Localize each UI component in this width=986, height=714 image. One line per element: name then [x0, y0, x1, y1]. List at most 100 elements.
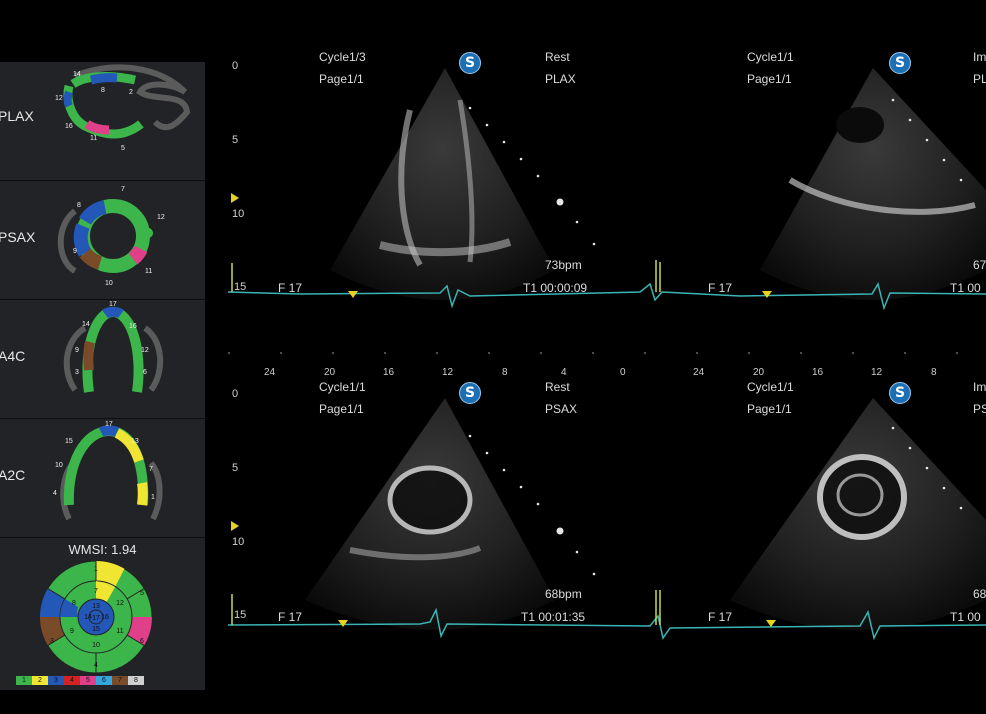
time-tick: 4 — [561, 367, 567, 378]
s-logo-button[interactable]: S — [889, 382, 911, 404]
page-label: Page1/1 — [747, 402, 792, 416]
seg-num: 7 — [149, 466, 153, 473]
stage-label: Im — [973, 50, 986, 64]
seg-num: 17 — [109, 301, 117, 308]
page-label: Page1/1 — [319, 72, 364, 86]
frame-marker[interactable] — [338, 620, 348, 627]
seg-num: 14 — [73, 71, 81, 78]
view-label: A2C — [0, 467, 26, 483]
frame-rate: F 17 — [708, 610, 733, 624]
wmsi-score: WMSI: 1.94 — [68, 542, 137, 557]
legend-item: 8 — [128, 676, 144, 685]
time-stamp: T1 00:00:09 — [523, 281, 588, 295]
seg-num: 10 — [92, 642, 100, 649]
seg-num: 12 — [116, 600, 124, 607]
time-tick: 8 — [931, 367, 937, 378]
frame-marker[interactable] — [766, 620, 776, 627]
stage-label: Rest — [545, 380, 570, 394]
score-legend: 1 2 3 4 5 6 7 8 — [16, 676, 144, 685]
time-stamp: T1 00:01:35 — [521, 610, 586, 624]
heart-rate: 68 — [973, 587, 986, 601]
legend-item: 6 — [96, 676, 112, 685]
pane-top-right[interactable]: Cycle1/1 Page1/1 Im PL S 67 T1 00 F 17 — [656, 50, 986, 310]
view-label: A4C — [0, 348, 26, 364]
seg-num: 9 — [73, 248, 77, 255]
seg-num: 4 — [53, 490, 57, 497]
time-tick: 20 — [753, 367, 765, 378]
psax-diagram: 8 7 12 9 10 11 — [57, 186, 165, 287]
legend-item: 5 — [80, 676, 96, 685]
wmsi-panel: WMSI: 1.94 1 7 13 14 16 17 8 15 4 10 3 9… — [0, 539, 205, 690]
cycle-label: Cycle1/3 — [319, 50, 366, 64]
seg-num: 14 — [84, 614, 92, 621]
cycle-label: Cycle1/1 — [319, 380, 366, 394]
plax-diagram: 14 12 16 11 5 8 2 — [55, 64, 191, 152]
heart-rate: 67 — [973, 258, 986, 272]
cycle-label: Cycle1/1 — [747, 50, 794, 64]
seg-num: 8 — [72, 600, 76, 607]
view-label: PL — [973, 72, 986, 86]
time-tick: 12 — [442, 367, 454, 378]
seg-num: 5 — [121, 145, 125, 152]
s-logo-button[interactable]: S — [889, 52, 911, 74]
view-row-plax[interactable]: PLAX 14 12 16 11 5 8 2 — [0, 62, 205, 181]
time-tick: 12 — [871, 367, 883, 378]
view-label: PLAX — [0, 108, 34, 124]
time-tick: 24 — [264, 367, 276, 378]
seg-num: 10 — [55, 462, 63, 469]
pane-bottom-left[interactable]: Cycle1/1 Page1/1 Rest PSAX S 68bpm T1 00… — [228, 380, 608, 640]
legend-item: 3 — [48, 676, 64, 685]
frame-marker[interactable] — [762, 291, 772, 298]
seg-num: 7 — [94, 588, 98, 595]
seg-num: 4 — [94, 662, 98, 669]
bullseye-plot[interactable]: 1 7 13 14 16 17 8 15 4 10 3 9 12 11 6 5 — [38, 559, 158, 677]
seg-num: 12 — [157, 214, 165, 221]
wall-motion-sidebar: PLAX 14 12 16 11 5 8 2 PSAX 8 7 12 9 10 … — [0, 62, 205, 690]
seg-num: 14 — [82, 321, 90, 328]
frame-marker[interactable] — [348, 291, 358, 298]
seg-num: 17 — [92, 615, 100, 622]
pane-bottom-right[interactable]: Cycle1/1 Page1/1 Im PS S 68 T1 00 F 17 — [656, 380, 986, 640]
seg-num: 12 — [55, 95, 63, 102]
seg-num: 11 — [90, 135, 97, 142]
view-row-a4c[interactable]: A4C 17 14 16 9 12 6 3 — [0, 300, 205, 419]
seg-num: 1 — [151, 494, 155, 501]
seg-num: 2 — [129, 89, 133, 96]
legend-item: 2 — [32, 676, 48, 685]
seg-num: 15 — [92, 626, 100, 633]
heart-rate: 73bpm — [545, 258, 582, 272]
time-tick: 20 — [324, 367, 336, 378]
time-tick: 16 — [812, 367, 824, 378]
s-logo-button[interactable]: S — [459, 382, 481, 404]
stage-label: Im — [973, 380, 986, 394]
time-tick: 24 — [693, 367, 705, 378]
seg-num: 13 — [131, 438, 139, 445]
pane-top-left[interactable]: Cycle1/3 Page1/1 Rest PLAX S 73bpm T1 00… — [228, 50, 608, 310]
seg-num: 6 — [143, 369, 147, 376]
seg-num: 7 — [121, 186, 125, 193]
view-label: PSAX — [0, 229, 36, 245]
view-label: PLAX — [545, 72, 576, 86]
seg-num: 16 — [101, 614, 109, 621]
view-row-psax[interactable]: PSAX 8 7 12 9 10 11 — [0, 181, 205, 300]
time-tick: 8 — [502, 367, 508, 378]
seg-num: 11 — [116, 628, 123, 635]
time-stamp: T1 00 — [950, 610, 981, 624]
frame-rate: F 17 — [708, 281, 733, 295]
s-logo-button[interactable]: S — [459, 52, 481, 74]
seg-num: 13 — [92, 603, 100, 610]
view-label: PSAX — [545, 402, 578, 416]
page-label: Page1/1 — [747, 72, 792, 86]
seg-num: 8 — [77, 202, 81, 209]
seg-num: 8 — [101, 87, 105, 94]
seg-num: 15 — [65, 438, 73, 445]
time-tick: 0 — [620, 367, 626, 378]
seg-num: 16 — [65, 123, 73, 130]
time-axis: 24 20 16 12 8 4 0 24 20 16 12 8 — [228, 367, 986, 381]
seg-num: 3 — [75, 369, 79, 376]
seg-num: 10 — [105, 280, 113, 287]
heart-rate: 68bpm — [545, 587, 582, 601]
view-row-a2c[interactable]: A2C 17 15 13 10 7 4 1 — [0, 419, 205, 538]
legend-item: 4 — [64, 676, 80, 685]
page-label: Page1/1 — [319, 402, 364, 416]
